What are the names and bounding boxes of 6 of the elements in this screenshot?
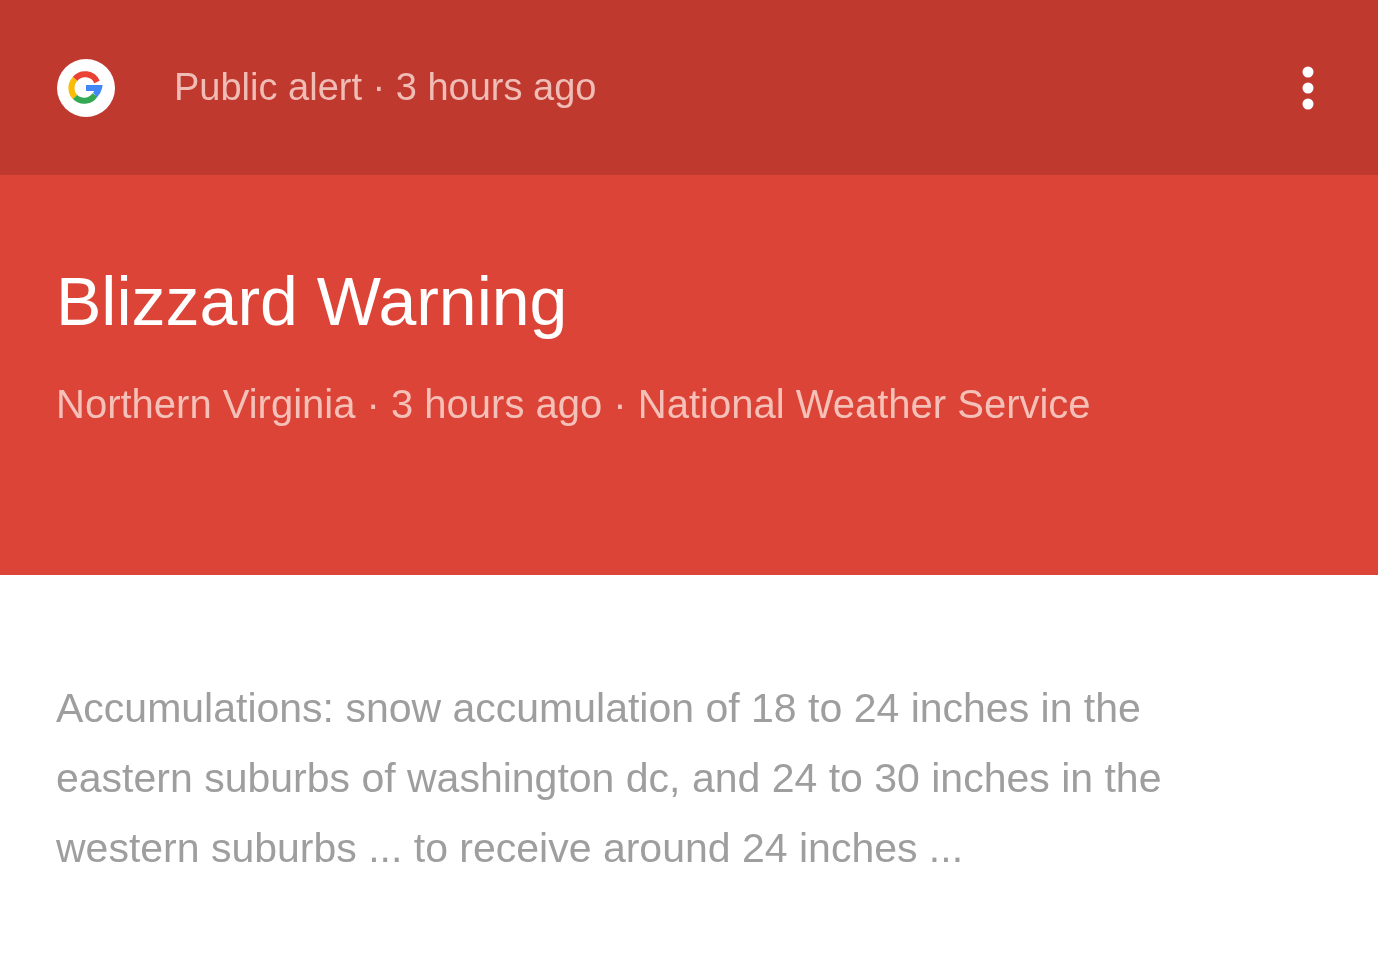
logo-icon [56, 57, 116, 118]
alert-description: Accumulations: snow accumulation of 18 to 24 inches in the eastern suburbs of washington dc, and 24 to 30 inches in the western suburbs ... to receive around 24 inches ... [56, 684, 1163, 873]
menu-icon[interactable] [1301, 65, 1315, 110]
alert-title: Blizzard Warning [56, 262, 569, 341]
alert-subtitle: Northern Virginia · 3 hours ago · National Weather Service [56, 381, 1092, 428]
alert-meta: Public alert · 3 hours ago [174, 66, 598, 109]
